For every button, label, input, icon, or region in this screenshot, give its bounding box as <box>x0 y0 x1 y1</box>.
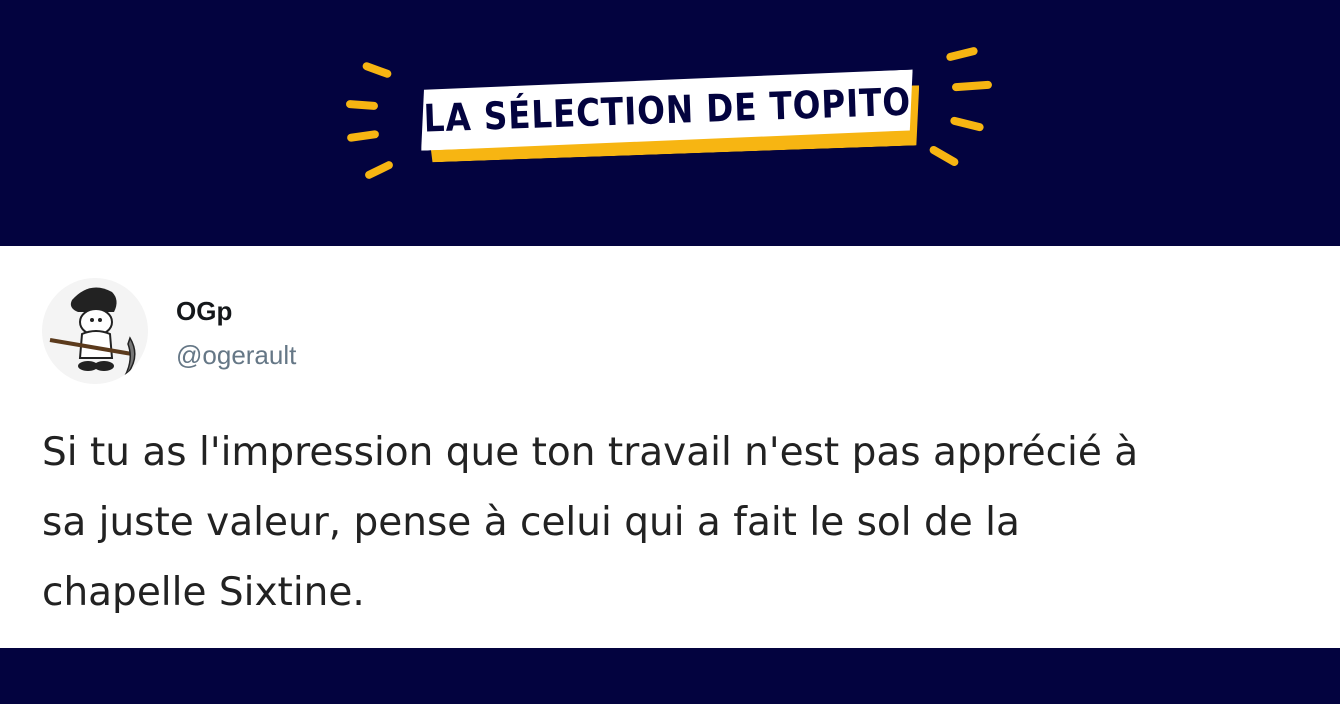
title-badge: LA SÉLECTION DE TOPITO <box>418 49 922 176</box>
tweet-line: Si tu as l'impression que ton travail n'… <box>42 430 1139 475</box>
ray-decoration <box>363 159 395 181</box>
user-handle[interactable]: @ogerault <box>176 340 296 371</box>
topito-banner: LA SÉLECTION DE TOPITO <box>0 0 1340 246</box>
smurf-reaper-avatar-icon <box>49 287 136 379</box>
banner-title: LA SÉLECTION DE TOPITO <box>422 79 912 141</box>
ray-decoration <box>945 46 979 62</box>
display-name[interactable]: OGp <box>176 296 232 327</box>
ray-decoration <box>346 129 380 143</box>
tweet-text: Si tu as l'impression que ton travail n'… <box>42 418 1332 628</box>
ray-decoration <box>345 99 379 111</box>
ray-decoration <box>361 61 393 79</box>
ray-decoration <box>951 80 993 92</box>
tweet-line: chapelle Sixtine. <box>42 570 365 615</box>
avatar[interactable] <box>42 278 148 384</box>
ray-decoration <box>928 144 960 168</box>
tweet-line: sa juste valeur, pense à celui qui a fai… <box>42 500 1020 545</box>
ray-decoration <box>949 116 985 132</box>
